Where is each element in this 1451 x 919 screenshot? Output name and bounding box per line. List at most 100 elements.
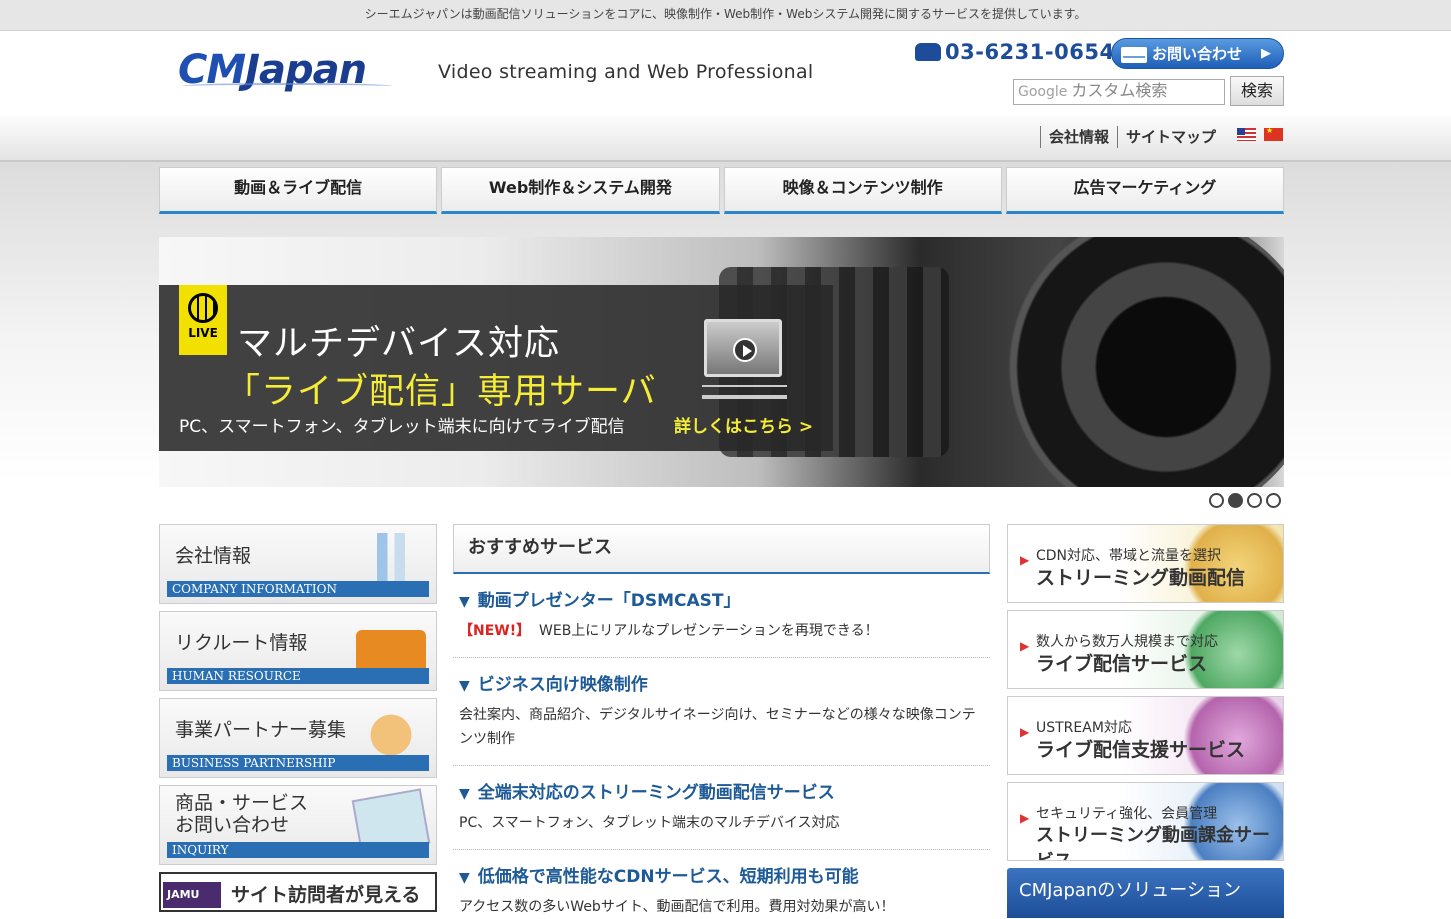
globe-icon xyxy=(188,293,218,323)
banner-more-link[interactable]: 詳しくはこちら > xyxy=(674,412,813,437)
arrow-right-icon: ▶ xyxy=(1261,46,1271,61)
play-icon xyxy=(733,338,757,362)
monitor-stand xyxy=(702,385,787,399)
service-item: ▼ 全端末対応のストリーミング動画配信サービス PC、スマートフォン、タブレット端… xyxy=(453,766,990,850)
recruit-card[interactable]: リクルート情報 HUMAN RESOURCE xyxy=(159,611,437,691)
service-title[interactable]: ▼ 全端末対応のストリーミング動画配信サービス xyxy=(459,778,984,803)
section-title: おすすめサービス xyxy=(453,524,990,574)
link-sitemap[interactable]: サイトマップ xyxy=(1117,126,1224,148)
card-title: 会社情報 xyxy=(175,545,252,567)
streaming-billing-card[interactable]: ▶ セキュリティ強化、会員管理 ストリーミング動画課金サービス xyxy=(1007,782,1284,861)
live-service-card[interactable]: ▶ 数人から数万人規模まで対応 ライブ配信サービス xyxy=(1007,610,1284,689)
jamu-text: サイト訪問者が見える xyxy=(231,884,421,906)
service-item: ▼ ビジネス向け映像制作 会社案内、商品紹介、デジタルサイネージ向け、セミナーなど… xyxy=(453,658,990,766)
card-subtitle: USTREAM対応 xyxy=(1036,720,1132,736)
service-title-text: 動画プレゼンター「DSMCAST」 xyxy=(477,591,741,611)
triangle-down-icon: ▼ xyxy=(459,594,470,610)
contact-label: お問い合わせ xyxy=(1152,45,1243,63)
right-column: ▶ CDN対応、帯域と流量を選択 ストリーミング動画配信 ▶ 数人から数万人規模… xyxy=(1007,524,1284,918)
streaming-delivery-card[interactable]: ▶ CDN対応、帯域と流量を選択 ストリーミング動画配信 xyxy=(1007,524,1284,603)
nav-video-content[interactable]: 映像＆コンテンツ制作 xyxy=(723,167,1002,214)
nav-web-system[interactable]: Web制作＆システム開発 xyxy=(441,167,720,214)
header: CMJapan Video streaming and Web Professi… xyxy=(0,31,1451,115)
utility-links: 会社情報 サイトマップ xyxy=(1040,126,1224,148)
solutions-header[interactable]: CMJapanのソリューション xyxy=(1007,868,1284,918)
card-title: ストリーミング動画配信 xyxy=(1036,567,1246,589)
slider-dots xyxy=(1209,493,1281,508)
utility-nav: 会社情報 サイトマップ xyxy=(0,115,1451,162)
arrow-right-icon: ▶ xyxy=(1020,553,1030,567)
live-label: LIVE xyxy=(188,326,218,340)
service-title[interactable]: ▼ 低価格で高性能なCDNサービス、短期利用も可能 xyxy=(459,862,984,887)
recommended-services: おすすめサービス ▼ 動画プレゼンター「DSMCAST」 【NEW!】 WEB上に… xyxy=(453,524,990,919)
search-placeholder: カスタム検索 xyxy=(1071,81,1168,100)
new-badge: 【NEW!】 xyxy=(459,623,531,639)
main-nav: 動画＆ライブ配信 Web制作＆システム開発 映像＆コンテンツ制作 広告マーケティ… xyxy=(159,167,1284,214)
service-desc: 【NEW!】 WEB上にリアルなプレゼンテーションを再現できる！ xyxy=(459,619,984,643)
live-support-card[interactable]: ▶ USTREAM対応 ライブ配信支援サービス xyxy=(1007,696,1284,775)
card-title: 事業パートナー募集 xyxy=(175,719,347,741)
service-title[interactable]: ▼ 動画プレゼンター「DSMCAST」 xyxy=(459,586,984,611)
google-logo: Google xyxy=(1018,84,1068,100)
nav-video-live[interactable]: 動画＆ライブ配信 xyxy=(159,167,438,214)
nav-advertising[interactable]: 広告マーケティング xyxy=(1005,167,1284,214)
us-flag-icon[interactable] xyxy=(1237,128,1256,141)
jamu-banner[interactable]: JAMU INC サイト訪問者が見える xyxy=(159,872,437,919)
service-title-text: 低価格で高性能なCDNサービス、短期利用も可能 xyxy=(477,867,859,887)
service-title[interactable]: ▼ ビジネス向け映像制作 xyxy=(459,670,984,695)
slide-dot-3[interactable] xyxy=(1247,493,1262,508)
monitor-icon xyxy=(704,319,782,377)
card-subtitle: HUMAN RESOURCE xyxy=(167,668,429,684)
phone-number: 03-6231-0654 xyxy=(915,40,1115,64)
arrow-right-icon: ▶ xyxy=(1020,725,1030,739)
inquiry-card[interactable]: 商品・サービス お問い合わせ INQUIRY xyxy=(159,785,437,865)
card-subtitle: 数人から数万人規模まで対応 xyxy=(1036,634,1218,650)
service-desc: アクセス数の多いWebサイト、動画配信で利用。費用対効果が高い！ xyxy=(459,899,895,915)
banner-subtext: PC、スマートフォン、タブレット端末に向けてライブ配信 xyxy=(179,417,625,437)
search-input[interactable]: Google カスタム検索 xyxy=(1013,79,1225,105)
link-company-info[interactable]: 会社情報 xyxy=(1040,126,1117,148)
company-info-card[interactable]: 会社情報 COMPANY INFORMATION xyxy=(159,524,437,604)
service-title-text: 全端末対応のストリーミング動画配信サービス xyxy=(477,783,835,803)
partnership-card[interactable]: 事業パートナー募集 BUSINESS PARTNERSHIP xyxy=(159,698,437,778)
service-desc-text: WEB上にリアルなプレゼンテーションを再現できる！ xyxy=(539,623,879,639)
banner-line1: マルチデバイス対応 xyxy=(237,324,560,364)
card-title: ライブ配信支援サービス xyxy=(1036,739,1246,761)
service-title-text: ビジネス向け映像制作 xyxy=(477,675,648,695)
logo[interactable]: CMJapan xyxy=(178,47,392,93)
triangle-down-icon: ▼ xyxy=(459,678,470,694)
card-subtitle: COMPANY INFORMATION xyxy=(167,581,429,597)
service-desc: 会社案内、商品紹介、デジタルサイネージ向け、セミナーなどの様々な映像コンテンツ制… xyxy=(459,707,976,747)
card-title: ライブ配信サービス xyxy=(1036,653,1208,675)
card-subtitle: セキュリティ強化、会員管理 xyxy=(1036,806,1218,822)
card-title: ストリーミング動画課金サービス xyxy=(1036,825,1270,860)
service-desc: PC、スマートフォン、タブレット端末のマルチデバイス対応 xyxy=(459,815,840,831)
mail-icon xyxy=(1121,47,1147,63)
telephone-icon xyxy=(915,43,941,61)
top-info-bar: シーエムジャパンは動画配信ソリューションをコアに、映像制作・Web制作・Webシ… xyxy=(0,0,1451,31)
logo-swoosh xyxy=(182,83,392,89)
card-subtitle: CDN対応、帯域と流量を選択 xyxy=(1036,548,1222,564)
banner-line2: 「ライブ配信」専用サーバ xyxy=(225,372,657,412)
hero-banner[interactable]: LIVE マルチデバイス対応 「ライブ配信」専用サーバ PC、スマートフォン、タ… xyxy=(159,237,1284,487)
arrow-right-icon: ▶ xyxy=(1020,639,1030,653)
tagline: Video streaming and Web Professional xyxy=(438,61,814,83)
card-title: 商品・サービス お問い合わせ xyxy=(175,792,309,836)
china-flag-icon[interactable] xyxy=(1264,126,1283,141)
contact-button[interactable]: お問い合わせ ▶ xyxy=(1111,38,1284,69)
slide-dot-1[interactable] xyxy=(1209,493,1224,508)
search-button[interactable]: 検索 xyxy=(1230,76,1284,106)
slide-dot-4[interactable] xyxy=(1266,493,1281,508)
service-item: ▼ 動画プレゼンター「DSMCAST」 【NEW!】 WEB上にリアルなプレゼンテ… xyxy=(453,574,990,658)
card-subtitle: INQUIRY xyxy=(167,842,429,858)
triangle-down-icon: ▼ xyxy=(459,786,470,802)
left-column: 会社情報 COMPANY INFORMATION リクルート情報 HUMAN R… xyxy=(159,524,437,919)
phone-text: 03-6231-0654 xyxy=(945,40,1115,64)
service-item: ▼ 低価格で高性能なCDNサービス、短期利用も可能 アクセス数の多いWebサイト、… xyxy=(453,850,990,919)
triangle-down-icon: ▼ xyxy=(459,870,470,886)
card-subtitle: BUSINESS PARTNERSHIP xyxy=(167,755,429,771)
jamu-badge: JAMU INC xyxy=(163,882,221,919)
card-title: リクルート情報 xyxy=(175,632,308,654)
arrow-right-icon: ▶ xyxy=(1020,811,1030,825)
slide-dot-2[interactable] xyxy=(1228,493,1243,508)
